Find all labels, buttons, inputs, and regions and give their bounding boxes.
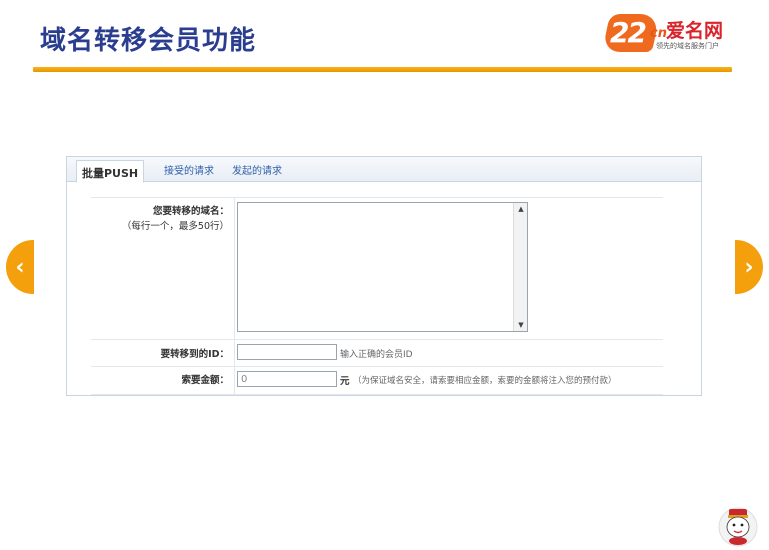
transfer-form-panel: 批量PUSH 接受的请求 发起的请求 您要转移的域名： （每行一个，最多50行）… (66, 156, 702, 396)
logo-tagline: 领先的域名服务门户 (656, 42, 719, 50)
logo-name: 爱名网 (666, 20, 724, 42)
title-divider (33, 67, 732, 72)
target-id-hint: 输入正确的会员ID (340, 350, 413, 360)
tab-received-requests[interactable]: 接受的请求 (164, 162, 214, 177)
amount-unit: 元 (340, 376, 350, 387)
scroll-down-icon[interactable]: ▼ (514, 319, 528, 331)
previous-slide-button[interactable]: ‹ (6, 240, 34, 294)
logo-mark: 22 (610, 16, 647, 49)
brand-logo: 22 cn 爱名网 领先的域名服务门户 (601, 14, 736, 56)
tab-sent-requests[interactable]: 发起的请求 (232, 162, 282, 177)
textarea-scrollbar[interactable]: ▲ ▼ (513, 203, 527, 331)
chevron-left-icon: ‹ (15, 254, 25, 280)
mascot-icon (718, 507, 758, 547)
domains-textarea[interactable] (237, 202, 528, 332)
tab-bulk-push[interactable]: 批量PUSH (76, 160, 145, 183)
domains-sublabel: （每行一个，最多50行） (121, 221, 229, 232)
amount-hint: （为保证域名安全，请索要相应金额，索要的金额将注入您的预付款） (353, 376, 617, 386)
scroll-up-icon[interactable]: ▲ (514, 203, 528, 215)
chevron-right-icon: › (744, 254, 754, 280)
row-divider (91, 394, 663, 395)
target-id-input[interactable] (237, 344, 337, 360)
next-slide-button[interactable]: › (735, 240, 763, 294)
row-divider (91, 366, 663, 367)
slide-title: 域名转移会员功能 (40, 26, 257, 56)
logo-mark-suffix: cn (650, 26, 667, 41)
amount-label: 索要金额： (181, 375, 229, 386)
tab-bar: 批量PUSH 接受的请求 发起的请求 (67, 157, 701, 183)
target-id-label: 要转移到的ID： (160, 349, 229, 360)
domains-label: 您要转移的域名： (152, 206, 229, 217)
row-divider (91, 339, 663, 340)
row-divider (91, 197, 663, 198)
amount-input[interactable] (237, 371, 337, 387)
